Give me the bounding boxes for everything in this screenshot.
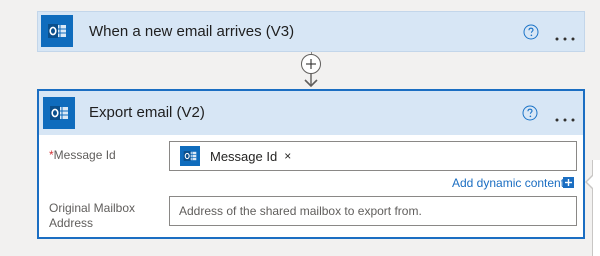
action-title: Export email (V2) — [89, 104, 205, 121]
message-id-token-label: Message Id — [210, 148, 278, 164]
help-icon[interactable] — [522, 105, 538, 121]
add-step-button[interactable] — [301, 54, 321, 74]
outlook-icon — [43, 97, 75, 129]
trigger-title: When a new email arrives (V3) — [89, 23, 295, 40]
trigger-card[interactable]: When a new email arrives (V3) — [37, 11, 585, 52]
more-options-icon[interactable] — [554, 110, 576, 122]
more-options-icon[interactable] — [554, 29, 576, 41]
add-dynamic-content-link[interactable]: Add dynamic content — [452, 176, 564, 190]
mailbox-input[interactable]: Address of the shared mailbox to export … — [169, 196, 577, 226]
plus-icon — [306, 59, 316, 69]
panel-pointer-inner — [587, 175, 594, 189]
message-id-token[interactable]: Message Id × — [180, 146, 291, 166]
action-card: Export email (V2) *Message Id Message Id… — [37, 89, 585, 239]
add-dynamic-content-icon[interactable] — [563, 177, 574, 188]
help-icon[interactable] — [523, 24, 539, 40]
remove-token-button[interactable]: × — [284, 149, 291, 163]
mailbox-placeholder: Address of the shared mailbox to export … — [179, 204, 422, 218]
mailbox-label-line1: Original Mailbox — [49, 201, 136, 215]
mailbox-label: Original Mailbox Address — [49, 201, 135, 231]
mailbox-label-line2: Address — [49, 216, 94, 230]
outlook-icon — [180, 146, 200, 166]
message-id-label-text: Message Id — [53, 148, 116, 162]
message-id-input[interactable]: Message Id × — [169, 141, 577, 171]
action-card-header[interactable]: Export email (V2) — [39, 91, 583, 135]
arrow-down-icon — [303, 74, 319, 88]
outlook-icon — [41, 15, 73, 47]
message-id-label: *Message Id — [49, 148, 116, 163]
